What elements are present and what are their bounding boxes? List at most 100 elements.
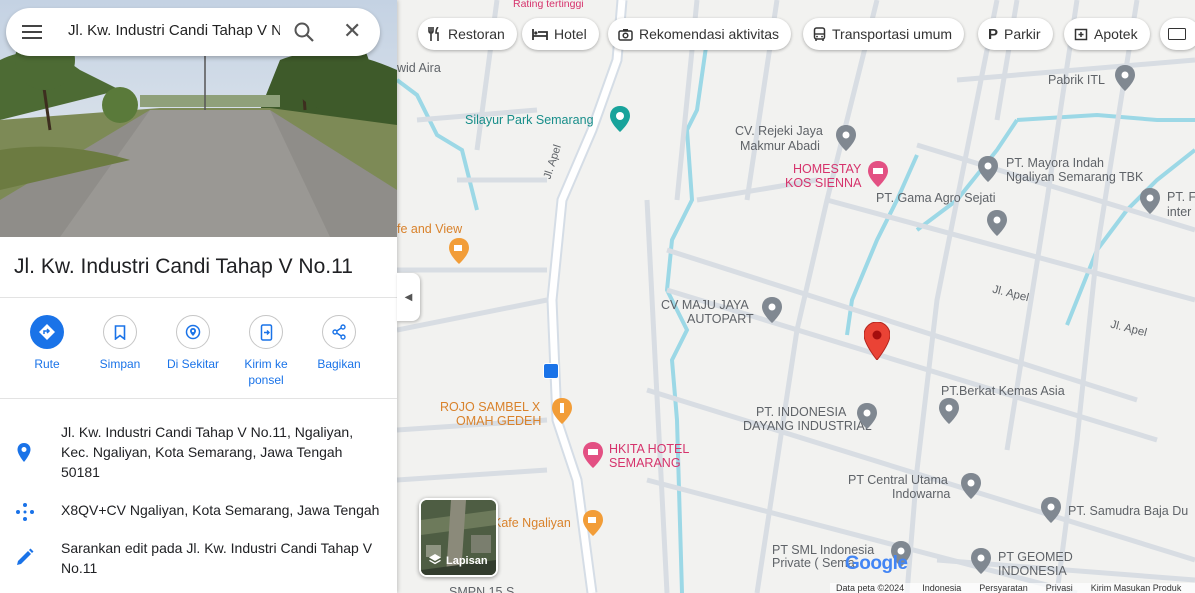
poi-pin-icon[interactable]	[1115, 65, 1135, 91]
map-label-geomed-1[interactable]: PT GEOMED	[998, 550, 1073, 564]
map-label-mayora-1[interactable]: PT. Mayora Indah	[1006, 156, 1104, 170]
map-label-mayora-2[interactable]: Ngaliyan Semarang TBK	[1006, 170, 1143, 184]
action-simpan[interactable]: Simpan	[84, 315, 156, 372]
footer-country[interactable]: Indonesia	[922, 583, 961, 593]
location-pin-icon	[14, 442, 34, 469]
divider	[0, 297, 397, 298]
map-label-geomed-2[interactable]: INDONESIA	[998, 564, 1067, 578]
map-label-cafe-view[interactable]: fe and View	[397, 222, 462, 236]
chip-more[interactable]	[1160, 18, 1195, 50]
map-label-smpn[interactable]: SMPN 15 S	[449, 585, 514, 593]
search-input[interactable]: Jl. Kw. Industri Candi Tahap V No.11	[68, 22, 280, 39]
poi-pin-icon[interactable]	[1041, 497, 1061, 523]
search-box[interactable]: Jl. Kw. Industri Candi Tahap V No.11 ✕	[6, 8, 380, 56]
parking-icon: P	[988, 25, 999, 43]
footer-terms-link[interactable]: Persyaratan	[979, 583, 1028, 593]
google-logo: Google	[845, 553, 908, 574]
poi-pin-icon[interactable]	[987, 210, 1007, 236]
plus-code-row[interactable]: X8QV+CV Ngaliyan, Kota Semarang, Jawa Te…	[0, 500, 397, 522]
pencil-icon	[14, 548, 36, 573]
poi-pin-icon[interactable]	[939, 398, 959, 424]
poi-pin-icon[interactable]	[857, 403, 877, 429]
map-label-rojo-1[interactable]: ROJO SAMBEL X	[440, 400, 540, 414]
map-label-wid-aira: wid Aira	[397, 61, 441, 75]
restaurant-pin-icon[interactable]	[552, 398, 572, 424]
map-label-kafe-ngaliyan[interactable]: Kafe Ngaliyan	[493, 516, 571, 530]
map-label-pt-f-1[interactable]: PT. F	[1167, 190, 1195, 204]
map-label-gama[interactable]: PT. Gama Agro Sejati	[876, 191, 996, 205]
map-label-homestay-2[interactable]: KOS SIENNA	[785, 176, 861, 190]
action-bagikan[interactable]: Bagikan	[303, 315, 375, 372]
bookmark-icon[interactable]	[103, 315, 137, 349]
layers-button[interactable]: Lapisan	[419, 498, 498, 577]
address-text: Jl. Kw. Industri Candi Tahap V No.11, Ng…	[61, 424, 354, 480]
share-icon[interactable]	[322, 315, 356, 349]
footer-feedback-link[interactable]: Kirim Masukan Produk	[1091, 583, 1182, 593]
chip-restoran[interactable]: Restoran	[418, 18, 517, 50]
poi-pin-icon[interactable]	[961, 473, 981, 499]
hotel-icon	[532, 27, 548, 41]
nearby-icon[interactable]	[176, 315, 210, 349]
map-label-central-1[interactable]: PT Central Utama	[848, 473, 948, 487]
address-row[interactable]: Jl. Kw. Industri Candi Tahap V No.11, Ng…	[0, 422, 397, 482]
hotel-pin-icon[interactable]	[583, 442, 603, 468]
map-data-credit: Data peta ©2024	[836, 583, 905, 593]
directions-icon[interactable]	[30, 315, 64, 349]
map-label-cv-rejeki-1[interactable]: CV. Rejeki Jaya	[735, 124, 823, 138]
map-label-central-2[interactable]: Indowarna	[892, 487, 950, 501]
map-label-hkita-1[interactable]: HKITA HOTEL	[609, 442, 689, 456]
map-footer: Data peta ©2024 Indonesia Persyaratan Pr…	[830, 583, 1195, 593]
suggest-edit-row[interactable]: Sarankan edit pada Jl. Kw. Industri Cand…	[0, 538, 397, 582]
action-rute-label: Rute	[34, 357, 60, 371]
bus-stop-icon[interactable]	[543, 363, 559, 379]
map-label-pt-f-2[interactable]: inter	[1167, 205, 1191, 219]
chip-rekomendasi-aktivitas[interactable]: Rekomendasi aktivitas	[608, 18, 792, 50]
action-kirim-ke-ponsel[interactable]: Kirim ke ponsel	[230, 315, 302, 388]
hotel-pin-icon[interactable]	[868, 161, 888, 187]
suggest-edit-text: Sarankan edit pada Jl. Kw. Industri Cand…	[61, 540, 373, 576]
map-label-pt-indonesia-1[interactable]: PT. INDONESIA	[756, 405, 846, 419]
collapse-panel-button[interactable]: ◀	[397, 273, 420, 321]
action-di-sekitar[interactable]: Di Sekitar	[157, 315, 229, 372]
chip-hotel[interactable]: Hotel	[522, 18, 599, 50]
map-label-berkat[interactable]: PT.Berkat Kemas Asia	[941, 384, 1065, 398]
map-label-pt-indonesia-2[interactable]: DAYANG INDUSTRIAL	[743, 419, 872, 433]
menu-icon[interactable]	[22, 22, 42, 42]
park-pin-icon[interactable]	[610, 106, 630, 132]
pharmacy-icon	[1074, 27, 1088, 41]
poi-pin-icon[interactable]	[762, 297, 782, 323]
map-canvas[interactable]: Rating tertinggi wid Aira Silayur Park S…	[397, 0, 1195, 593]
chip-parkir[interactable]: P Parkir	[978, 18, 1053, 50]
action-bagikan-label: Bagikan	[317, 357, 361, 371]
map-label-silayur[interactable]: Silayur Park Semarang	[465, 113, 594, 127]
send-to-phone-icon[interactable]	[249, 315, 283, 349]
map-label-pabrik-itl[interactable]: Pabrik ITL	[1048, 73, 1105, 87]
map-label-cv-rejeki-2[interactable]: Makmur Abadi	[740, 139, 820, 153]
map-label-hkita-2[interactable]: SEMARANG	[609, 456, 681, 470]
poi-pin-icon[interactable]	[978, 156, 998, 182]
footer-privacy-link[interactable]: Privasi	[1046, 583, 1073, 593]
action-rute[interactable]: Rute	[11, 315, 83, 372]
camera-icon	[618, 28, 633, 41]
map-label-rojo-2[interactable]: OMAH GEDEH	[456, 414, 541, 428]
chip-apotek[interactable]: Apotek	[1064, 18, 1150, 50]
map-label-cv-maju-1[interactable]: CV MAJU JAYA	[661, 298, 749, 312]
map-label-cv-maju-2[interactable]: AUTOPART	[687, 312, 754, 326]
layers-label: Lapisan	[446, 555, 488, 567]
poi-pin-icon[interactable]	[1140, 188, 1160, 214]
selected-location-pin-icon[interactable]	[864, 322, 890, 360]
map-label-samudra[interactable]: PT. Samudra Baja Du	[1068, 504, 1188, 518]
side-panel: Jl. Kw. Industri Candi Tahap V No.11 Rut…	[0, 0, 397, 593]
chip-transportasi-umum[interactable]: Transportasi umum	[803, 18, 965, 50]
map-label-sml-2[interactable]: Private ( Sema	[772, 556, 855, 570]
close-icon[interactable]: ✕	[343, 20, 361, 42]
search-icon[interactable]	[292, 20, 316, 49]
map-label-homestay-1[interactable]: HOMESTAY	[793, 162, 861, 176]
place-title: Jl. Kw. Industri Candi Tahap V No.11	[14, 255, 353, 278]
cafe-pin-icon[interactable]	[449, 238, 469, 264]
chevron-left-icon: ◀	[404, 291, 413, 303]
poi-pin-icon[interactable]	[836, 125, 856, 151]
cafe-pin-icon[interactable]	[583, 510, 603, 536]
poi-pin-icon[interactable]	[971, 548, 991, 574]
plus-code-icon	[14, 502, 36, 527]
